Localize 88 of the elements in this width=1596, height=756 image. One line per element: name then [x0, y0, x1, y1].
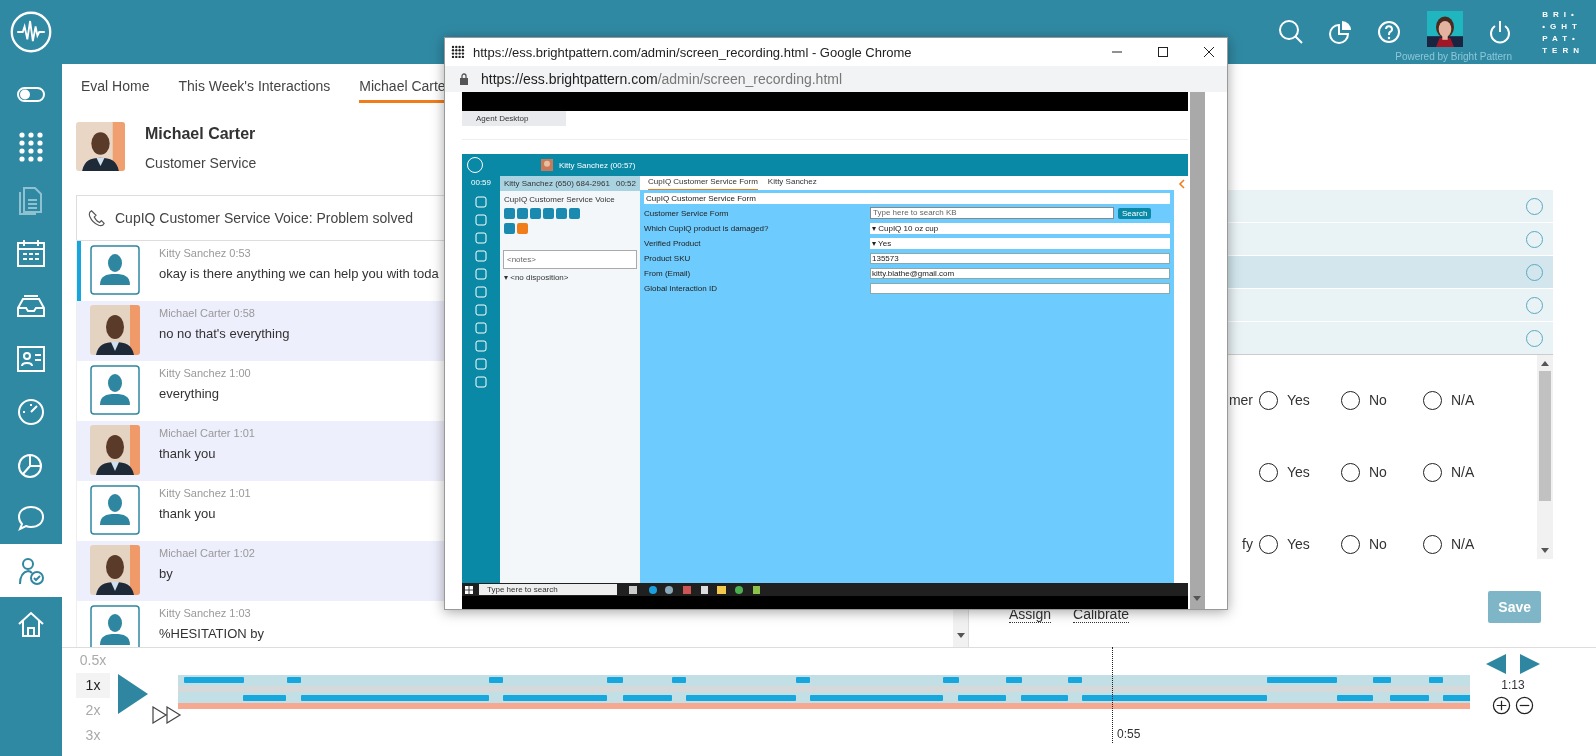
search-icon[interactable] [1278, 19, 1305, 45]
brand-logo: BRI• •GHT PAT• TERN [1542, 9, 1584, 55]
field-label: Verified Product [644, 238, 702, 248]
user-silhouette-icon [90, 485, 140, 535]
speaker-time: Michael Carter 1:02 [159, 547, 255, 559]
window-title: https://ess.brightpattern.com/admin/screen_recording.html - Google Chrome [473, 44, 912, 60]
field-label: Product SKU [644, 253, 692, 263]
message-row[interactable]: Kitty Sanchez 1:03 %HESITATION by [77, 601, 953, 647]
message-row[interactable]: Kitty Sanchez 1:00 everything [77, 361, 953, 421]
team-name: Customer Service [145, 155, 257, 171]
maximize-icon[interactable] [1157, 46, 1169, 58]
waveform-logo-icon [9, 10, 53, 54]
message-text: thank you [159, 446, 217, 461]
zoom-in-icon[interactable] [1492, 696, 1511, 715]
option-label: No [1369, 392, 1388, 408]
user-check-icon[interactable] [0, 544, 62, 597]
user-silhouette-icon [90, 245, 140, 295]
notes-field[interactable]: <notes> [503, 250, 637, 269]
previous-icon[interactable] [1486, 654, 1506, 674]
message-text: by [159, 566, 174, 581]
input-field[interactable] [870, 282, 1170, 294]
help-icon[interactable] [1376, 19, 1403, 45]
select-field[interactable]: ▾ CupIQ 10 oz cup [870, 222, 1170, 234]
option-label: No [1369, 464, 1388, 480]
user-silhouette-icon [90, 365, 140, 415]
service-name: CupIQ Customer Service Voice [503, 195, 616, 204]
duration: 1:13 [1501, 678, 1525, 692]
option-label: Yes [1287, 536, 1311, 552]
form-title: CupIQ Customer Service Form [644, 193, 1170, 204]
question-label: fy [1241, 536, 1253, 552]
speaker-time: Michael Carter 0:58 [159, 307, 256, 319]
message-text: thank you [159, 506, 217, 521]
taskbar-search-field[interactable]: Type here to search [479, 584, 617, 595]
field-label: Global Interaction ID [644, 283, 718, 293]
scrollbar[interactable] [1537, 355, 1553, 559]
disposition-select[interactable]: ▾ <no disposition> [500, 273, 640, 282]
interaction-title: CupIQ Customer Service Voice: Problem solved [115, 210, 413, 226]
option-label: N/A [1451, 392, 1476, 408]
call-timer: 00:52 [615, 179, 636, 188]
speaker-time: Kitty Sanchez 1:00 [159, 367, 251, 379]
windows-start-icon[interactable] [465, 585, 473, 594]
tab[interactable]: Eval Home [81, 78, 150, 100]
user-silhouette-icon [90, 605, 140, 647]
timeline-track[interactable]: 0:55 [178, 648, 1470, 749]
search-button[interactable]: Search [1118, 207, 1152, 219]
tab[interactable]: This Week's Interactions [178, 78, 331, 100]
message-text: no no that's everything [159, 326, 290, 341]
zoom-out-icon[interactable] [1515, 696, 1534, 715]
scrollbar[interactable] [1190, 92, 1205, 609]
lock-icon [459, 73, 469, 85]
powered-by-text: Powered by Bright Pattern [1395, 51, 1512, 62]
speaker-time: Kitty Sanchez 1:03 [159, 607, 252, 619]
clock-text: 00:59 [471, 178, 491, 187]
tab[interactable]: Kitty Sanchez [767, 176, 817, 190]
input-field[interactable]: kitty.blathe@gmail.com [870, 267, 1170, 279]
speaker-time: Michael Carter 1:01 [159, 427, 255, 439]
option-label: N/A [1451, 536, 1476, 552]
option-label: No [1369, 536, 1388, 552]
agent-status: Kitty Sanchez (00:57) [559, 160, 636, 170]
field-label: Which CupIQ product is damaged? [644, 223, 770, 233]
input-field[interactable]: 135573 [870, 252, 1170, 264]
fast-forward-icon[interactable] [152, 706, 182, 724]
agent-name: Michael Carter [145, 125, 257, 143]
option-label: Yes [1287, 464, 1311, 480]
select-field[interactable]: ▾ Yes [870, 237, 1170, 249]
playhead-time: 0:55 [1117, 727, 1141, 741]
phone-icon [87, 209, 105, 227]
message-row[interactable]: Kitty Sanchez 1:01 thank you [77, 481, 953, 541]
field-label: From (Email) [644, 268, 692, 278]
speaker-time: Kitty Sanchez 1:01 [159, 487, 251, 499]
message-text: okay is there anything we can help you with toda [159, 266, 439, 281]
pie-chart-icon[interactable] [1327, 19, 1354, 45]
next-icon[interactable] [1520, 654, 1540, 674]
message-text: everything [159, 386, 220, 401]
option-label: N/A [1451, 464, 1476, 480]
close-icon[interactable] [1203, 46, 1215, 58]
speed-option[interactable]: 1x [76, 673, 110, 698]
app-grid-icon [451, 45, 465, 59]
field-label: Customer Service Form [644, 208, 730, 218]
message-text: %HESITATION by [159, 626, 264, 641]
search-field[interactable]: Type here to search KB [870, 207, 1114, 219]
collapse-icon[interactable] [1178, 179, 1186, 189]
question-label: mer [1227, 392, 1253, 408]
browser-tab[interactable]: Agent Desktop [462, 111, 566, 126]
play-icon[interactable] [118, 674, 148, 714]
speaker-time: Kitty Sanchez 0:53 [159, 247, 252, 259]
option-label: Yes [1287, 392, 1311, 408]
caller-text: Kitty Sanchez (650) 684-2961 [504, 179, 610, 188]
